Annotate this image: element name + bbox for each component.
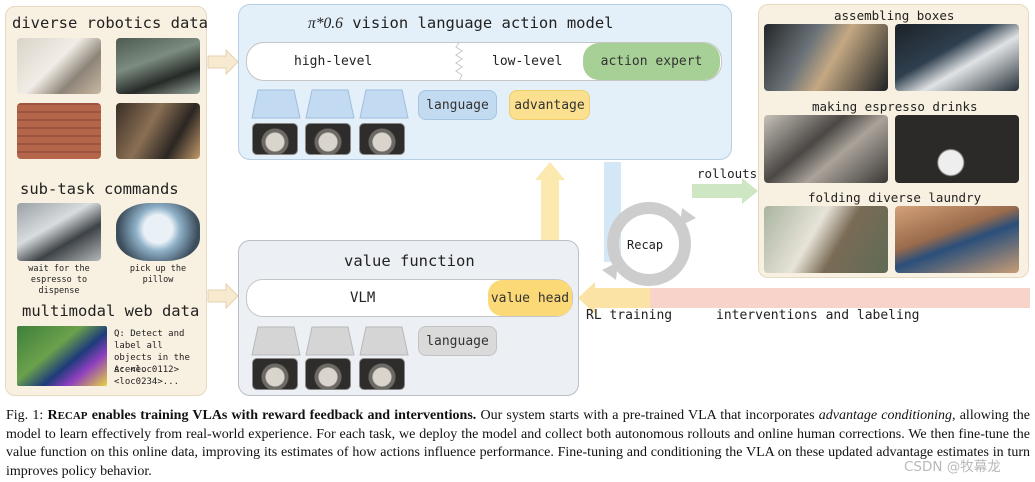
value-language-token: language: [418, 326, 497, 356]
value-camera-view-2: [305, 358, 351, 390]
pi-symbol: π*0.6: [308, 15, 343, 32]
subtask-commands-heading: sub-task commands: [20, 180, 179, 198]
robot-photo-kitchen-table: [116, 38, 200, 94]
task-label-laundry: folding diverse laundry: [808, 190, 982, 205]
level-divider: [455, 43, 463, 81]
rl-training-label: RL training: [586, 308, 673, 323]
vlm-label: VLM: [350, 290, 376, 306]
robot-photo-bedroom: [17, 38, 101, 94]
arrow-advantage-up: [535, 162, 565, 240]
vla-title-text: vision language action model: [342, 14, 614, 32]
vla-title: π*0.6 vision language action model: [308, 14, 614, 33]
web-qa-answer: A: <loc0112> <loc0234>...: [114, 365, 180, 387]
caption-italic-term: advantage conditioning: [818, 408, 953, 423]
rollouts-label: rollouts: [697, 166, 758, 181]
arrow-rollouts: [692, 178, 758, 204]
task-photo-boxes-1: [764, 24, 888, 91]
robot-photo-arms-station: [116, 103, 200, 159]
vla-camera-view-3: [359, 123, 405, 155]
vla-language-token: language: [418, 90, 497, 120]
subtask-photo-espresso: [17, 203, 101, 261]
task-photo-boxes-2: [895, 24, 1019, 91]
arrow-to-value-function: [207, 282, 239, 310]
interventions-label: interventions and labeling: [716, 308, 920, 323]
web-photo-detection: [17, 326, 107, 386]
value-camera-view-3: [359, 358, 405, 390]
subtask-photo-pillow: [116, 203, 200, 261]
vla-camera-view-2: [305, 123, 351, 155]
recap-arrow-head-1: [680, 208, 696, 226]
figure: diverse robotics data sub-task commands …: [0, 0, 1035, 482]
watermark: CSDN @牧幕龙: [904, 459, 1001, 475]
low-level-label: low-level: [492, 54, 563, 69]
value-head-block: value head: [488, 280, 572, 316]
value-camera-view-1: [252, 358, 298, 390]
vla-camera-view-1: [252, 123, 298, 155]
task-photo-laundry-1: [764, 206, 888, 273]
arrow-vla-down: [604, 162, 621, 262]
web-data-heading: multimodal web data: [22, 302, 200, 320]
value-function-title: value function: [344, 252, 475, 270]
task-photo-espresso-2: [895, 115, 1019, 183]
subtask-caption-pillow: pick up the pillow: [129, 264, 187, 285]
vla-image-tokens: [251, 89, 409, 119]
subtask-caption-espresso: wait for the espresso to dispense: [28, 264, 90, 296]
task-label-espresso: making espresso drinks: [812, 99, 978, 114]
caption-bold-lead: RECAP enables training VLAs with reward …: [47, 408, 477, 423]
task-photo-laundry-2: [895, 206, 1019, 273]
recap-arrow-head-2: [602, 262, 618, 280]
value-image-tokens: [251, 326, 409, 356]
action-expert-block: action expert: [583, 43, 720, 80]
task-photo-espresso-1: [764, 115, 888, 183]
vla-advantage-token: advantage: [509, 90, 590, 120]
robotics-data-heading: diverse robotics data: [12, 14, 208, 32]
arrow-to-vla: [207, 48, 239, 76]
interventions-band: [650, 288, 1030, 308]
caption-fig-number: Fig. 1:: [6, 408, 44, 423]
caption-text-1: Our system starts with a pre-trained VLA…: [476, 408, 819, 423]
high-level-label: high-level: [294, 54, 373, 69]
task-label-boxes: assembling boxes: [834, 8, 955, 23]
recap-label: Recap: [627, 238, 664, 252]
robot-photo-brick-wall: [17, 103, 101, 159]
figure-caption: Fig. 1: RECAP enables training VLAs with…: [6, 407, 1030, 481]
